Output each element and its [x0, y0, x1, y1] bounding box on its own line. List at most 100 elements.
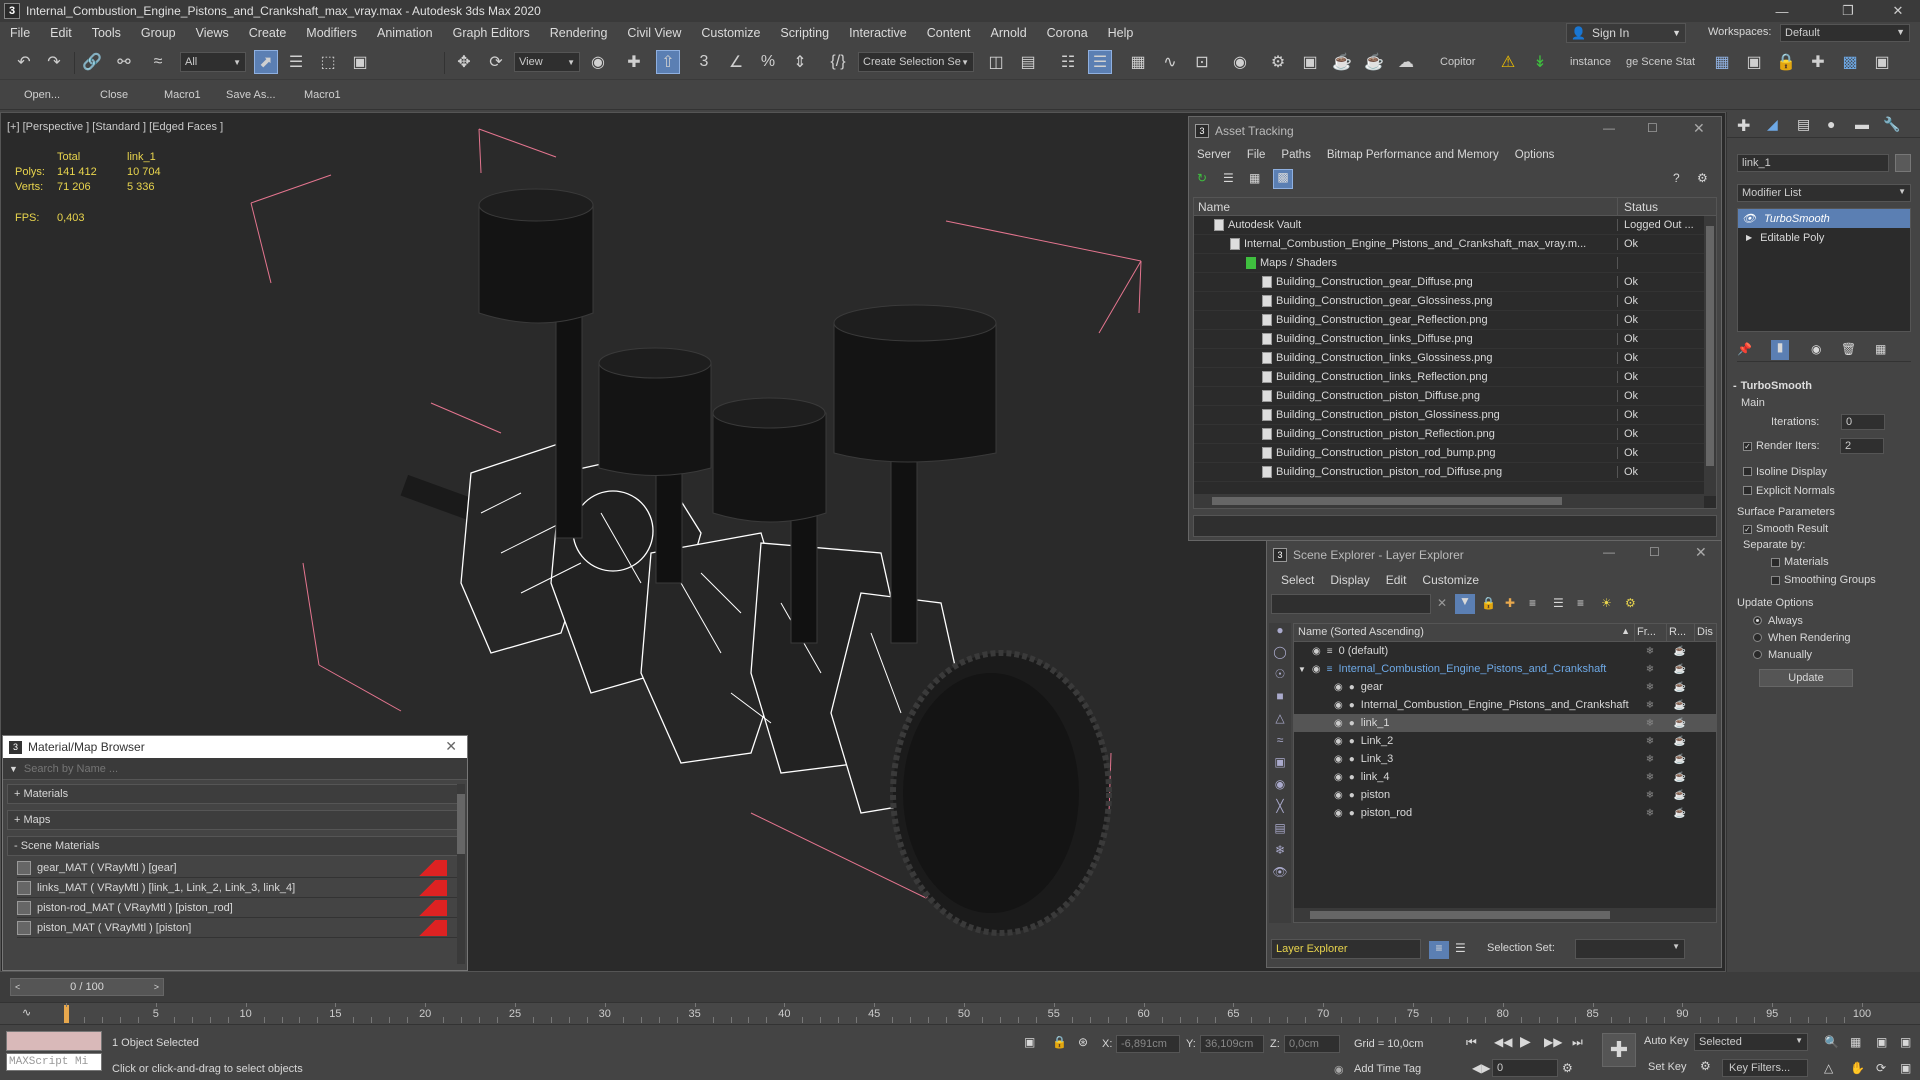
column-name-sorted[interactable]: Name (Sorted Ascending) ▲	[1294, 624, 1634, 641]
display-xrefs-icon[interactable]: ◉	[1269, 777, 1291, 799]
selection-lock-icon[interactable]: 🔒	[1052, 1035, 1067, 1049]
time-marker[interactable]	[64, 1005, 69, 1023]
refresh-icon[interactable]: ↻	[1197, 171, 1207, 185]
select-object-icon[interactable]: ⬈	[254, 50, 278, 74]
scene-explorer-toggle-icon[interactable]: ☷	[1056, 50, 1080, 74]
renderable-toggle-icon[interactable]: ☕	[1666, 754, 1694, 765]
visibility-eye-icon[interactable]: ◉	[1334, 808, 1343, 819]
curve-editor-icon[interactable]: ∿	[1158, 50, 1182, 74]
freeze-toggle-icon[interactable]: ❄	[1634, 664, 1666, 675]
section-scene-materials[interactable]: - Scene Materials	[7, 836, 459, 856]
undo-icon[interactable]: ↶	[12, 50, 36, 74]
material-row[interactable]: piston-rod_MAT ( VRayMtl ) [piston_rod]	[17, 898, 457, 918]
add-time-tag-button[interactable]: Add Time Tag	[1354, 1063, 1421, 1075]
highlight-icon[interactable]: ☀	[1601, 596, 1612, 610]
menu-customize[interactable]: Customize	[691, 26, 770, 40]
asset-row[interactable]: Building_Construction_gear_Glossiness.pn…	[1194, 292, 1716, 311]
update-always-radio[interactable]	[1753, 616, 1762, 625]
asset-row[interactable]: Building_Construction_gear_Diffuse.png Ok	[1194, 273, 1716, 292]
asset-row[interactable]: Maps / Shaders	[1194, 254, 1716, 273]
visibility-eye-icon[interactable]: ◉	[1334, 718, 1343, 729]
select-manipulate-icon[interactable]: ✚	[622, 50, 646, 74]
pin-stack-icon[interactable]: 📌	[1737, 342, 1752, 356]
key-mode-icon[interactable]: ◀▶	[1472, 1061, 1490, 1075]
save-as-button[interactable]: Save As...	[226, 89, 276, 101]
reference-coordinate-dropdown[interactable]: View ▼	[514, 52, 580, 72]
auto-key-button[interactable]: Auto Key	[1644, 1035, 1689, 1047]
layer-explorer-icon[interactable]: ☰	[1088, 50, 1112, 74]
material-editor-icon[interactable]: ◉	[1228, 50, 1252, 74]
eye-icon[interactable]: 👁	[1742, 212, 1756, 225]
zoom-all-icon[interactable]: ▦	[1850, 1035, 1861, 1049]
render-production-icon[interactable]: ☕	[1330, 50, 1354, 74]
selection-filter-dropdown[interactable]: All ▼	[180, 52, 246, 72]
scene-tree-row[interactable]: ◉ ● Link_2 ❄ ☕	[1294, 732, 1716, 750]
column-renderable[interactable]: R...	[1666, 624, 1694, 641]
render-iters-checkbox[interactable]: ✓	[1743, 441, 1752, 451]
scene-tree-row[interactable]: ◉ ● Link_3 ❄ ☕	[1294, 750, 1716, 768]
visibility-eye-icon[interactable]: ◉	[1312, 646, 1321, 657]
selection-set-dropdown[interactable]: ▼	[1575, 939, 1685, 959]
visibility-eye-icon[interactable]: ◉	[1334, 736, 1343, 747]
zoom-extents-all-icon[interactable]: ▣	[1900, 1035, 1911, 1049]
modify-tab-icon[interactable]: ◢	[1767, 116, 1778, 133]
instance-label[interactable]: instance	[1570, 56, 1611, 68]
isoline-checkbox[interactable]	[1743, 467, 1752, 476]
asset-menu-file[interactable]: File	[1239, 149, 1274, 161]
material-row[interactable]: piston_MAT ( VRayMtl ) [piston]	[17, 918, 457, 938]
scene-search-input[interactable]	[1271, 594, 1431, 614]
lock-container-icon[interactable]: 🔒	[1774, 50, 1798, 74]
asset-menu-paths[interactable]: Paths	[1273, 149, 1318, 161]
select-by-name-icon[interactable]: ☰	[284, 50, 308, 74]
maxscript-listener-field[interactable]	[6, 1031, 102, 1051]
material-browser-scrollbar[interactable]	[457, 784, 465, 964]
scene-horizontal-scrollbar[interactable]	[1294, 908, 1716, 922]
grid-view-icon[interactable]: ▩	[1273, 169, 1293, 189]
z-coordinate-field[interactable]: 0,0cm	[1284, 1035, 1340, 1053]
go-to-end-icon[interactable]: ⏭	[1572, 1035, 1583, 1050]
display-spacewarps-icon[interactable]: ≈	[1269, 733, 1291, 755]
absolute-mode-icon[interactable]: ⊛	[1078, 1035, 1088, 1049]
sign-in-button[interactable]: 👤 Sign In ▼	[1566, 23, 1686, 43]
zoom-icon[interactable]: 🔍	[1824, 1035, 1839, 1049]
column-display[interactable]: Dis	[1694, 624, 1715, 641]
redo-icon[interactable]: ↷	[42, 50, 66, 74]
copitor-label[interactable]: Copitor	[1440, 56, 1475, 68]
scene-explorer-toggle-icon[interactable]: ☰	[1455, 941, 1466, 955]
renderable-toggle-icon[interactable]: ☕	[1666, 646, 1694, 657]
render-iters-spinner[interactable]: 2	[1840, 438, 1884, 454]
freeze-toggle-icon[interactable]: ❄	[1634, 736, 1666, 747]
close-icon[interactable]: ✕	[1695, 544, 1707, 561]
maximize-icon[interactable]: ☐	[1647, 121, 1658, 135]
iterations-spinner[interactable]: 0	[1841, 414, 1885, 430]
display-tab-icon[interactable]: ▬	[1855, 116, 1869, 132]
display-shapes-icon[interactable]: ◯	[1269, 645, 1291, 667]
freeze-toggle-icon[interactable]: ❄	[1634, 808, 1666, 819]
keyboard-shortcut-override-icon[interactable]: ⇧	[656, 50, 680, 74]
visibility-eye-icon[interactable]: ◉	[1334, 772, 1343, 783]
settings-icon[interactable]: ⚙	[1625, 596, 1636, 610]
filter-icon[interactable]: ▼	[1455, 594, 1475, 614]
object-color-swatch[interactable]	[1895, 154, 1911, 172]
renderable-toggle-icon[interactable]: ☕	[1666, 808, 1694, 819]
play-icon[interactable]: ▶	[1520, 1033, 1531, 1050]
menu-animation[interactable]: Animation	[367, 26, 443, 40]
time-configuration-icon[interactable]: ⚙	[1562, 1061, 1573, 1075]
key-set-dropdown[interactable]: Selected ▼	[1694, 1033, 1808, 1051]
hierarchy-icon[interactable]: ☰	[1553, 596, 1564, 610]
link-icon[interactable]: 🔗	[80, 50, 104, 74]
asset-row[interactable]: Building_Construction_piston_rod_bump.pn…	[1194, 444, 1716, 463]
current-frame-field[interactable]: 0	[1492, 1059, 1558, 1077]
column-frozen[interactable]: Fr...	[1634, 624, 1666, 641]
configure-sets-icon[interactable]: ▦	[1875, 342, 1886, 356]
visibility-eye-icon[interactable]: ◉	[1334, 682, 1343, 693]
renderable-toggle-icon[interactable]: ☕	[1666, 772, 1694, 783]
y-coordinate-field[interactable]: 36,109cm	[1200, 1035, 1264, 1053]
visibility-eye-icon[interactable]: ◉	[1334, 700, 1343, 711]
menu-rendering[interactable]: Rendering	[540, 26, 618, 40]
hierarchy-tab-icon[interactable]: ▤	[1797, 116, 1810, 133]
renderable-toggle-icon[interactable]: ☕	[1666, 736, 1694, 747]
renderable-toggle-icon[interactable]: ☕	[1666, 682, 1694, 693]
create-tab-icon[interactable]: ✚	[1737, 116, 1750, 136]
asset-menu-bitmap-performance[interactable]: Bitmap Performance and Memory	[1319, 149, 1507, 161]
